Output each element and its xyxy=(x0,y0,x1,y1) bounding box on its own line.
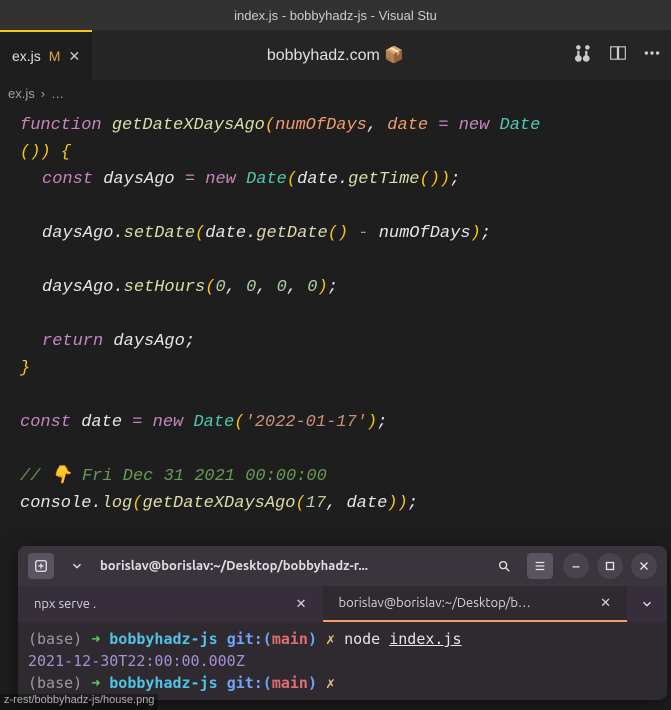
breadcrumb[interactable]: ex.js › … xyxy=(0,80,671,106)
terminal-title-bar: borislav@borislav:~/Desktop/bobbyhadz-r.… xyxy=(18,546,667,586)
code-line xyxy=(20,301,671,328)
code-line: // 👇️ Fri Dec 31 2021 00:00:00 xyxy=(20,463,671,490)
code-line xyxy=(20,247,671,274)
new-tab-button[interactable] xyxy=(28,553,54,579)
close-icon[interactable]: ✕ xyxy=(68,48,80,65)
code-line: ()) { xyxy=(20,139,671,166)
terminal-line: (base) ➜ bobbyhadz-js git:(main) ✗ node … xyxy=(28,628,657,650)
compare-changes-icon[interactable] xyxy=(575,44,593,67)
status-path: z-rest/bobbyhadz-js/house.png xyxy=(4,694,154,706)
code-line: daysAgo.setHours(0, 0, 0, 0); xyxy=(20,274,671,301)
breadcrumb-more: … xyxy=(51,86,64,101)
code-line: console.log(getDateXDaysAgo(17, date)); xyxy=(20,490,671,517)
close-icon[interactable]: ✕ xyxy=(600,596,611,611)
close-icon[interactable]: ✕ xyxy=(296,597,307,612)
tab-center-label: bobbyhadz.com 📦 xyxy=(267,45,404,65)
dropdown-icon[interactable] xyxy=(64,553,90,579)
code-line: daysAgo.setDate(date.getDate() - numOfDa… xyxy=(20,220,671,247)
terminal-title: borislav@borislav:~/Desktop/bobbyhadz-r.… xyxy=(100,559,481,573)
search-icon[interactable] xyxy=(491,553,517,579)
terminal-line: 2021-12-30T22:00:00.000Z xyxy=(28,650,657,672)
terminal-window: borislav@borislav:~/Desktop/bobbyhadz-r.… xyxy=(18,546,667,700)
terminal-output[interactable]: (base) ➜ bobbyhadz-js git:(main) ✗ node … xyxy=(18,622,667,700)
modified-indicator: M xyxy=(49,48,61,64)
tab-filename: ex.js xyxy=(12,48,41,64)
code-line: return daysAgo; xyxy=(20,328,671,355)
split-editor-icon[interactable] xyxy=(609,44,627,67)
more-actions-icon[interactable] xyxy=(643,44,661,67)
menu-icon[interactable] xyxy=(527,553,553,579)
terminal-tabs: npx serve . ✕ borislav@borislav:~/Deskto… xyxy=(18,586,667,622)
editor-tab-bar: ex.js M ✕ bobbyhadz.com 📦 xyxy=(0,30,671,80)
maximize-button[interactable] xyxy=(597,553,623,579)
editor-tab-active[interactable]: ex.js M ✕ xyxy=(0,30,92,80)
window-title-bar: index.js - bobbyhadz-js - Visual Stu xyxy=(0,0,671,30)
code-line xyxy=(20,382,671,409)
terminal-tab-label: npx serve . xyxy=(34,597,96,611)
terminal-tab-2[interactable]: borislav@borislav:~/Desktop/b… ✕ xyxy=(323,586,628,622)
status-bar: z-rest/bobbyhadz-js/house.png xyxy=(0,694,158,710)
code-line: const date = new Date('2022-01-17'); xyxy=(20,409,671,436)
code-line: const daysAgo = new Date(date.getTime())… xyxy=(20,166,671,193)
breadcrumb-file: ex.js xyxy=(8,86,35,101)
code-line xyxy=(20,193,671,220)
window-title: index.js - bobbyhadz-js - Visual Stu xyxy=(234,8,437,23)
close-button[interactable] xyxy=(631,553,657,579)
terminal-tab-label: borislav@borislav:~/Desktop/b… xyxy=(339,596,531,610)
code-line: function getDateXDaysAgo(numOfDays, date… xyxy=(20,112,671,139)
minimize-button[interactable] xyxy=(563,553,589,579)
breadcrumb-separator: › xyxy=(41,86,45,101)
terminal-tab-1[interactable]: npx serve . ✕ xyxy=(18,586,323,622)
terminal-line: (base) ➜ bobbyhadz-js git:(main) ✗ xyxy=(28,672,657,694)
code-editor[interactable]: function getDateXDaysAgo(numOfDays, date… xyxy=(0,106,671,517)
tab-dropdown-icon[interactable] xyxy=(627,586,667,622)
code-line xyxy=(20,436,671,463)
code-line: } xyxy=(20,355,671,382)
